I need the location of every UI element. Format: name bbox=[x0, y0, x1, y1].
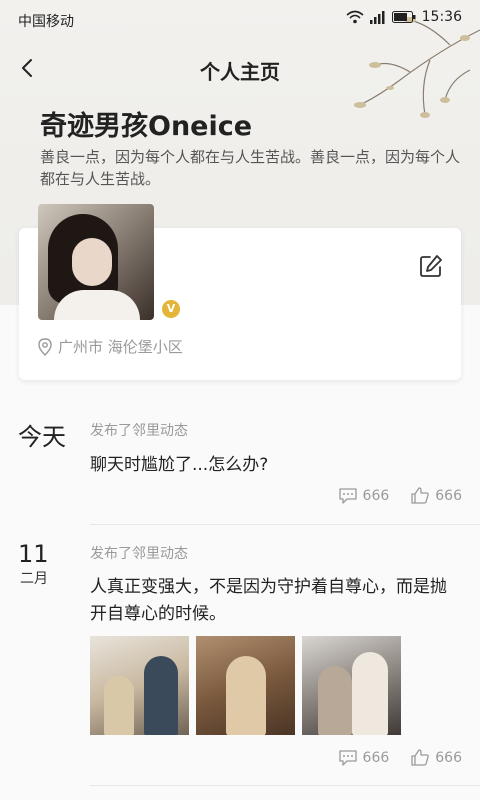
like-count-value: 666 bbox=[435, 487, 462, 504]
verified-badge-icon: V bbox=[162, 300, 180, 318]
like-count[interactable]: 666 bbox=[411, 749, 462, 766]
battery-icon bbox=[391, 11, 416, 23]
signal-icon bbox=[369, 11, 385, 24]
thumbs-up-icon bbox=[411, 487, 430, 504]
thumbs-up-icon bbox=[411, 749, 430, 766]
user-bio: 善良一点，因为每个人都在与人生苦战。善良一点，因为每个人都在与人生苦战。 bbox=[40, 148, 461, 188]
comment-count-value: 666 bbox=[362, 487, 390, 504]
comment-count-value: 666 bbox=[362, 749, 390, 766]
feed-image[interactable] bbox=[90, 636, 189, 735]
feed-stats: 666 666 bbox=[338, 487, 462, 504]
feed-divider bbox=[90, 524, 480, 525]
avatar-face bbox=[72, 238, 112, 286]
wifi-icon bbox=[346, 10, 364, 24]
comment-count[interactable]: 666 bbox=[338, 487, 390, 504]
feed-date: 今天 bbox=[18, 423, 66, 451]
location-text: 广州市 海伦堡小区 bbox=[58, 338, 183, 356]
avatar[interactable] bbox=[38, 204, 154, 320]
feed-image[interactable] bbox=[302, 636, 401, 735]
status-time: 15:36 bbox=[421, 9, 462, 25]
feed-action: 发布了邻里动态 bbox=[90, 423, 188, 439]
edit-icon[interactable] bbox=[418, 253, 444, 279]
feed-divider bbox=[90, 785, 480, 786]
feed-text: 人真正变强大，不是因为守护着自尊心，而是抛开自尊心的时候。 bbox=[90, 577, 447, 624]
status-bar: 中国移动 15:36 bbox=[0, 0, 480, 40]
comment-icon bbox=[338, 487, 357, 504]
feed-date: 11 bbox=[18, 540, 49, 568]
location-pin-icon bbox=[38, 337, 52, 356]
comment-icon bbox=[338, 749, 357, 766]
feed-action: 发布了邻里动态 bbox=[90, 546, 188, 562]
page-title: 个人主页 bbox=[200, 60, 280, 84]
location-row: 广州市 海伦堡小区 bbox=[38, 336, 183, 357]
like-count-value: 666 bbox=[435, 749, 462, 766]
feed-image-grid bbox=[90, 636, 401, 735]
carrier-label: 中国移动 bbox=[18, 14, 74, 30]
comment-count[interactable]: 666 bbox=[338, 749, 390, 766]
feed-text: 聊天时尴尬了...怎么办? bbox=[90, 455, 269, 475]
feed-stats: 666 666 bbox=[338, 749, 462, 766]
nav-bar: 个人主页 bbox=[0, 46, 480, 90]
feed-month: 二月 bbox=[20, 571, 48, 587]
feed-image[interactable] bbox=[196, 636, 295, 735]
like-count[interactable]: 666 bbox=[411, 487, 462, 504]
user-name: 奇迹男孩Oneice bbox=[40, 111, 253, 142]
avatar-shirt bbox=[54, 290, 140, 320]
